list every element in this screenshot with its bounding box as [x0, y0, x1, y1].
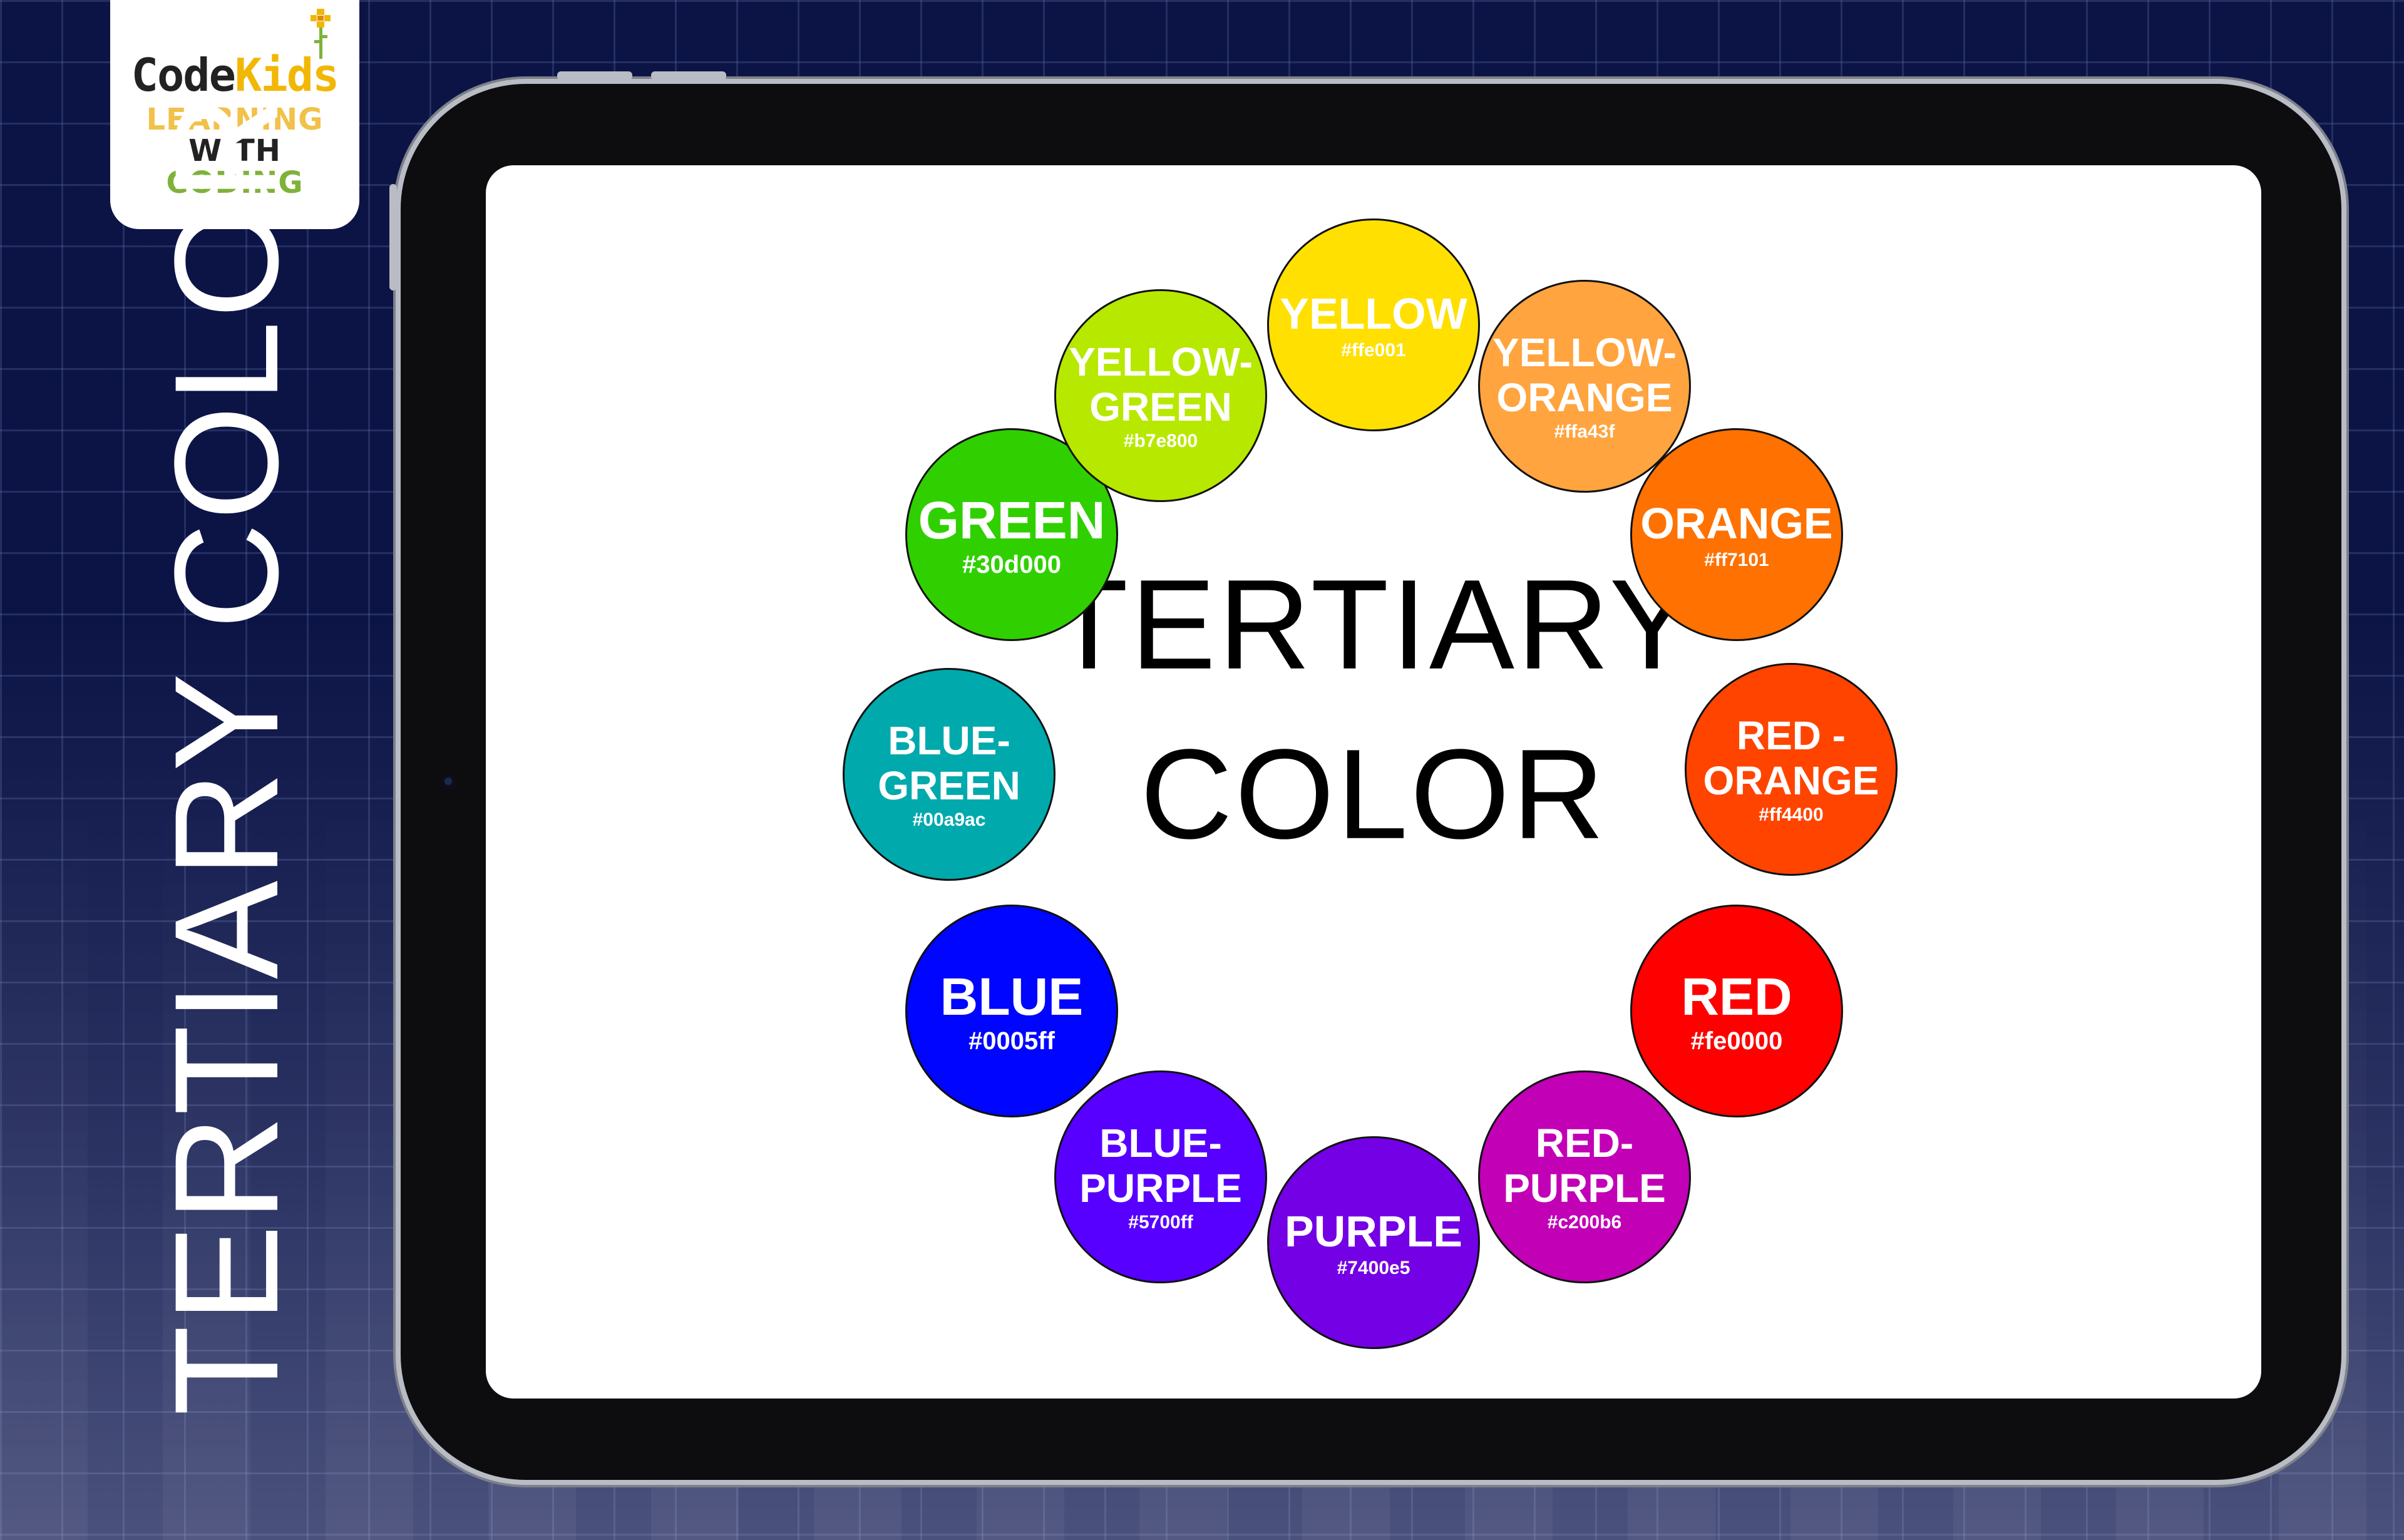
- tablet-top-button: [651, 71, 726, 80]
- color-name: YELLOW: [1280, 289, 1467, 338]
- color-name: RED: [1681, 967, 1792, 1026]
- color-name-line: GREEN: [878, 762, 1020, 808]
- color-name: RED- PURPLE: [1503, 1121, 1666, 1211]
- color-circle-red: RED #fe0000: [1630, 905, 1843, 1117]
- color-name: BLUE- PURPLE: [1079, 1121, 1242, 1211]
- color-hex: #ff7101: [1704, 549, 1769, 570]
- color-circle-yellow: YELLOW #ffe001: [1267, 218, 1480, 431]
- wheel-title: TERTIARY COLOR: [1050, 540, 1697, 880]
- color-name-line: BLUE-: [888, 717, 1010, 763]
- wheel-title-line2: COLOR: [1140, 723, 1607, 866]
- logo-wordmark: CodeKids: [131, 9, 339, 98]
- tablet-side-button: [389, 184, 397, 290]
- color-name-line: RED: [1681, 967, 1792, 1026]
- color-hex: #b7e800: [1123, 431, 1198, 452]
- color-circle-purple: PURPLE #7400e5: [1267, 1136, 1480, 1349]
- color-name-line: RED-: [1535, 1120, 1634, 1166]
- color-circle-orange: ORANGE #ff7101: [1630, 428, 1843, 641]
- color-name-line: PURPLE: [1285, 1207, 1462, 1256]
- color-hex: #fe0000: [1690, 1027, 1783, 1055]
- color-circle-yellow-green: YELLOW- GREEN #b7e800: [1054, 289, 1267, 502]
- color-circle-blue-green: BLUE- GREEN #00a9ac: [843, 668, 1056, 881]
- color-name: BLUE: [940, 967, 1084, 1026]
- color-name-line: GREEN: [918, 490, 1106, 550]
- color-name-line: GREEN: [1089, 384, 1232, 429]
- color-name-line: BLUE-: [1099, 1120, 1222, 1166]
- color-hex: #30d000: [962, 551, 1061, 579]
- color-name-line: BLUE: [940, 967, 1084, 1026]
- color-hex: #ffe001: [1341, 339, 1406, 361]
- tablet-screen: TERTIARY COLOR YELLOW #ffe001 YELLOW- ORANG…: [486, 165, 2261, 1399]
- color-hex: #c200b6: [1547, 1212, 1622, 1233]
- color-name-line: ORANGE: [1640, 499, 1833, 548]
- tablet-frame: TERTIARY COLOR YELLOW #ffe001 YELLOW- ORANG…: [389, 71, 2341, 1480]
- color-hex: #ffa43f: [1554, 421, 1615, 443]
- tablet-top-button: [557, 71, 632, 80]
- color-name: GREEN: [918, 491, 1106, 550]
- color-hex: #5700ff: [1128, 1212, 1193, 1233]
- color-circle-blue: BLUE #0005ff: [905, 905, 1118, 1117]
- color-name-line: YELLOW-: [1492, 329, 1677, 375]
- color-hex: #ff4400: [1759, 804, 1824, 826]
- color-name-line: PURPLE: [1503, 1165, 1666, 1211]
- color-name-line: RED -: [1736, 712, 1846, 758]
- color-name: ORANGE: [1640, 499, 1832, 548]
- color-circle-red-purple: RED- PURPLE #c200b6: [1478, 1070, 1691, 1283]
- color-name-line: ORANGE: [1496, 374, 1673, 420]
- color-circle-red-orange: RED - ORANGE #ff4400: [1685, 663, 1898, 876]
- color-name: BLUE- GREEN: [878, 717, 1020, 808]
- camera-icon: [442, 775, 455, 788]
- color-name: YELLOW- ORANGE: [1492, 329, 1677, 420]
- color-name: RED - ORANGE: [1703, 712, 1879, 803]
- color-hex: #7400e5: [1337, 1257, 1410, 1278]
- color-name-line: YELLOW-: [1069, 339, 1253, 384]
- wheel-title-line1: TERTIARY: [1050, 553, 1697, 696]
- color-circle-blue-purple: BLUE- PURPLE #5700ff: [1054, 1070, 1267, 1283]
- color-name: PURPLE: [1285, 1207, 1462, 1256]
- color-name: YELLOW- GREEN: [1069, 339, 1253, 429]
- color-hex: #00a9ac: [912, 809, 986, 831]
- color-name-line: PURPLE: [1079, 1165, 1242, 1211]
- color-hex: #0005ff: [968, 1027, 1055, 1055]
- color-name-line: ORANGE: [1703, 757, 1879, 803]
- side-title: TERTIARY COLOR: [144, 91, 309, 1416]
- flower-icon: [311, 9, 331, 59]
- color-name-line: YELLOW: [1280, 289, 1467, 339]
